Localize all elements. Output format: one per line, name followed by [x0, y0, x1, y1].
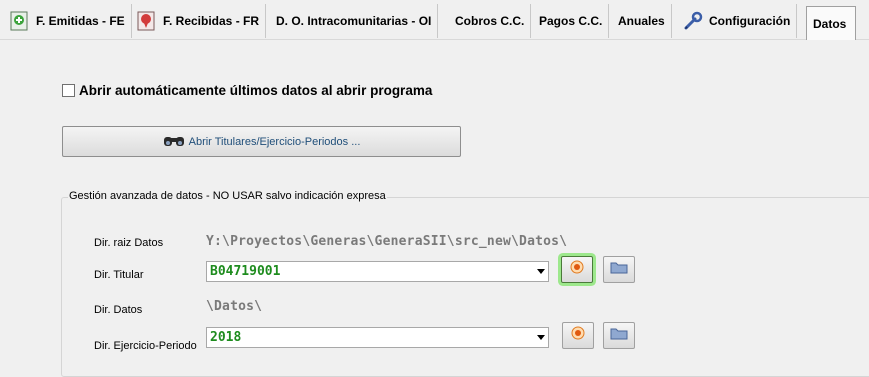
- dir-titular-label: Dir. Titular: [94, 269, 144, 281]
- auto-open-label: Abrir automáticamente últimos datos al a…: [79, 83, 433, 98]
- tab-configuracion[interactable]: Configuración: [677, 4, 798, 38]
- tab-label: D. O. Intracomunitarias - OI: [276, 14, 432, 28]
- dir-raiz-value: Y:\Proyectos\Generas\GeneraSII\src_new\D…: [206, 234, 568, 249]
- chevron-down-icon[interactable]: [533, 328, 548, 347]
- tab-label: Anuales: [618, 14, 665, 28]
- advanced-group-title: Gestión avanzada de datos - NO USAR salv…: [68, 190, 387, 202]
- received-invoice-icon: [137, 11, 155, 31]
- tab-label: Pagos C.C.: [539, 14, 603, 28]
- tab-anuales[interactable]: Anuales: [612, 4, 672, 38]
- tab-datos[interactable]: Datos: [806, 6, 856, 41]
- tab-label: F. Emitidas - FE: [36, 14, 125, 28]
- open-titulares-button[interactable]: Abrir Titulares/Ejercicio-Periodos ...: [62, 126, 461, 157]
- folder-icon: [610, 260, 628, 279]
- dir-ejercicio-refresh-button[interactable]: [562, 322, 594, 349]
- issued-invoice-icon: [10, 11, 28, 31]
- binoculars-icon: [163, 133, 185, 150]
- dir-raiz-label: Dir. raiz Datos: [94, 237, 164, 249]
- tab-label: F. Recibidas - FR: [163, 14, 260, 28]
- dir-titular-refresh-button[interactable]: [561, 256, 593, 283]
- open-titulares-label: Abrir Titulares/Ejercicio-Periodos ...: [188, 135, 361, 148]
- tab-cobros-cc[interactable]: Cobros C.C.: [449, 4, 532, 38]
- dir-titular-value: B04719001: [210, 264, 281, 279]
- tab-f-recibidas[interactable]: F. Recibidas - FR: [131, 4, 267, 38]
- configuration-icon: [683, 11, 703, 31]
- dir-ejercicio-combobox[interactable]: 2018: [206, 327, 549, 348]
- dir-titular-folder-button[interactable]: [603, 256, 635, 283]
- tab-label: Configuración: [709, 14, 791, 28]
- dir-datos-value: \Datos\: [206, 299, 263, 314]
- refresh-icon: [571, 326, 585, 345]
- tab-label: Datos: [813, 17, 847, 31]
- chevron-down-icon[interactable]: [533, 262, 548, 281]
- refresh-icon: [570, 260, 584, 279]
- tab-operaciones-intracomunitarias[interactable]: D. O. Intracomunitarias - OI: [270, 4, 439, 38]
- auto-open-row: Abrir automáticamente últimos datos al a…: [62, 83, 432, 98]
- auto-open-checkbox[interactable]: [62, 84, 75, 97]
- dir-ejercicio-value: 2018: [210, 330, 242, 345]
- tab-pagos-cc[interactable]: Pagos C.C.: [533, 4, 610, 38]
- dir-titular-combobox[interactable]: B04719001: [206, 261, 549, 282]
- dir-ejercicio-folder-button[interactable]: [603, 322, 635, 349]
- tab-f-emitidas[interactable]: F. Emitidas - FE: [4, 4, 132, 38]
- tab-label: Cobros C.C.: [455, 14, 525, 28]
- dir-ejercicio-label: Dir. Ejercicio-Periodo: [94, 340, 197, 352]
- tab-bar: F. Emitidas - FE F. Recibidas - FR D. O.…: [0, 0, 869, 41]
- folder-icon: [610, 326, 628, 345]
- dir-datos-label: Dir. Datos: [94, 304, 143, 316]
